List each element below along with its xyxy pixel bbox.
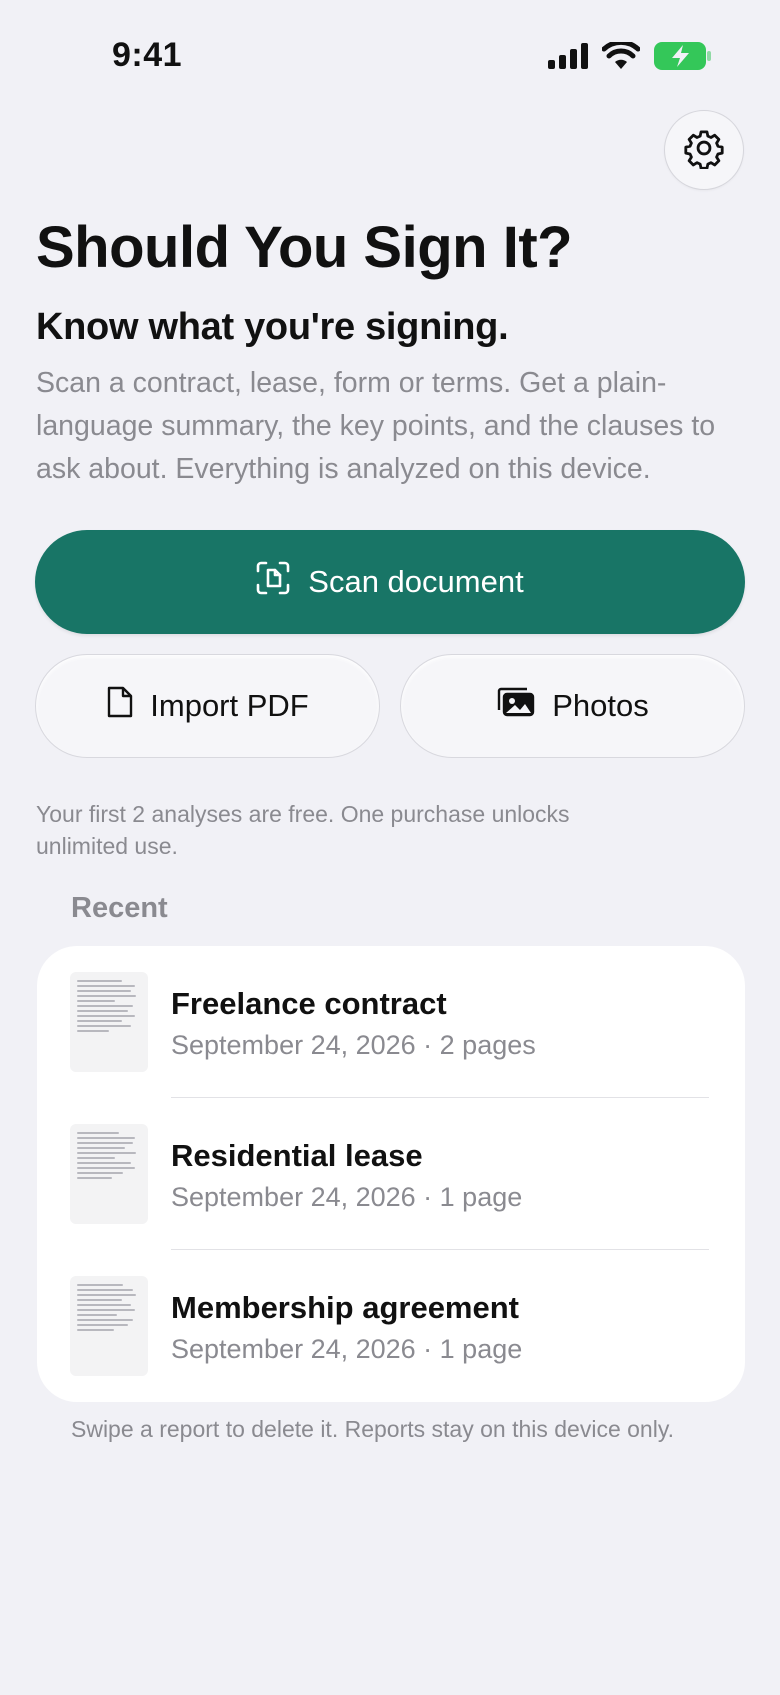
gear-icon	[683, 127, 725, 174]
home-screen: 9:41 Should You Sign It? Know what you'r…	[0, 0, 780, 1695]
photos-label: Photos	[552, 688, 649, 723]
signal-icon	[548, 43, 588, 69]
wifi-icon	[602, 42, 640, 70]
recent-item-residential-lease[interactable]: Residential lease September 24, 2026 · 1…	[37, 1098, 745, 1250]
recent-item-freelance-contract[interactable]: Freelance contract September 24, 2026 · …	[37, 946, 745, 1098]
page-title: Should You Sign It?	[36, 215, 573, 280]
recent-list: Freelance contract September 24, 2026 · …	[37, 946, 745, 1402]
recent-item-membership-agreement[interactable]: Membership agreement September 24, 2026 …	[37, 1250, 745, 1402]
page-subtitle: Know what you're signing.	[36, 306, 509, 348]
document-thumbnail	[70, 972, 148, 1072]
status-icons	[548, 42, 712, 70]
secondary-actions: Import PDF Photos	[35, 654, 745, 758]
scan-icon	[256, 561, 290, 603]
swipe-delete-note: Swipe a report to delete it. Reports sta…	[71, 1416, 674, 1442]
document-icon	[106, 685, 134, 727]
import-pdf-button[interactable]: Import PDF	[35, 654, 380, 758]
recent-item-meta: September 24, 2026 · 1 page	[171, 1334, 523, 1364]
status-bar: 9:41	[0, 0, 780, 112]
recent-item-title: Residential lease	[171, 1138, 423, 1173]
settings-button[interactable]	[664, 110, 744, 190]
photos-button[interactable]: Photos	[400, 654, 745, 758]
document-thumbnail	[70, 1124, 148, 1224]
status-time: 9:41	[112, 36, 183, 74]
recent-item-meta: September 24, 2026 · 2 pages	[171, 1030, 536, 1060]
recent-item-title: Membership agreement	[171, 1290, 519, 1325]
recent-item-title: Freelance contract	[171, 986, 447, 1021]
battery-icon	[654, 42, 712, 70]
recent-item-meta: September 24, 2026 · 1 page	[171, 1182, 523, 1212]
photos-icon	[496, 686, 536, 726]
document-thumbnail	[70, 1276, 148, 1376]
import-pdf-label: Import PDF	[150, 688, 309, 723]
page-description: Scan a contract, lease, form or terms. G…	[36, 367, 716, 485]
recent-section-header: Recent	[71, 892, 168, 924]
free-usage-note: Your first 2 analyses are free. One purc…	[36, 801, 570, 859]
scan-document-button[interactable]: Scan document	[35, 530, 745, 634]
scan-document-label: Scan document	[308, 564, 524, 599]
